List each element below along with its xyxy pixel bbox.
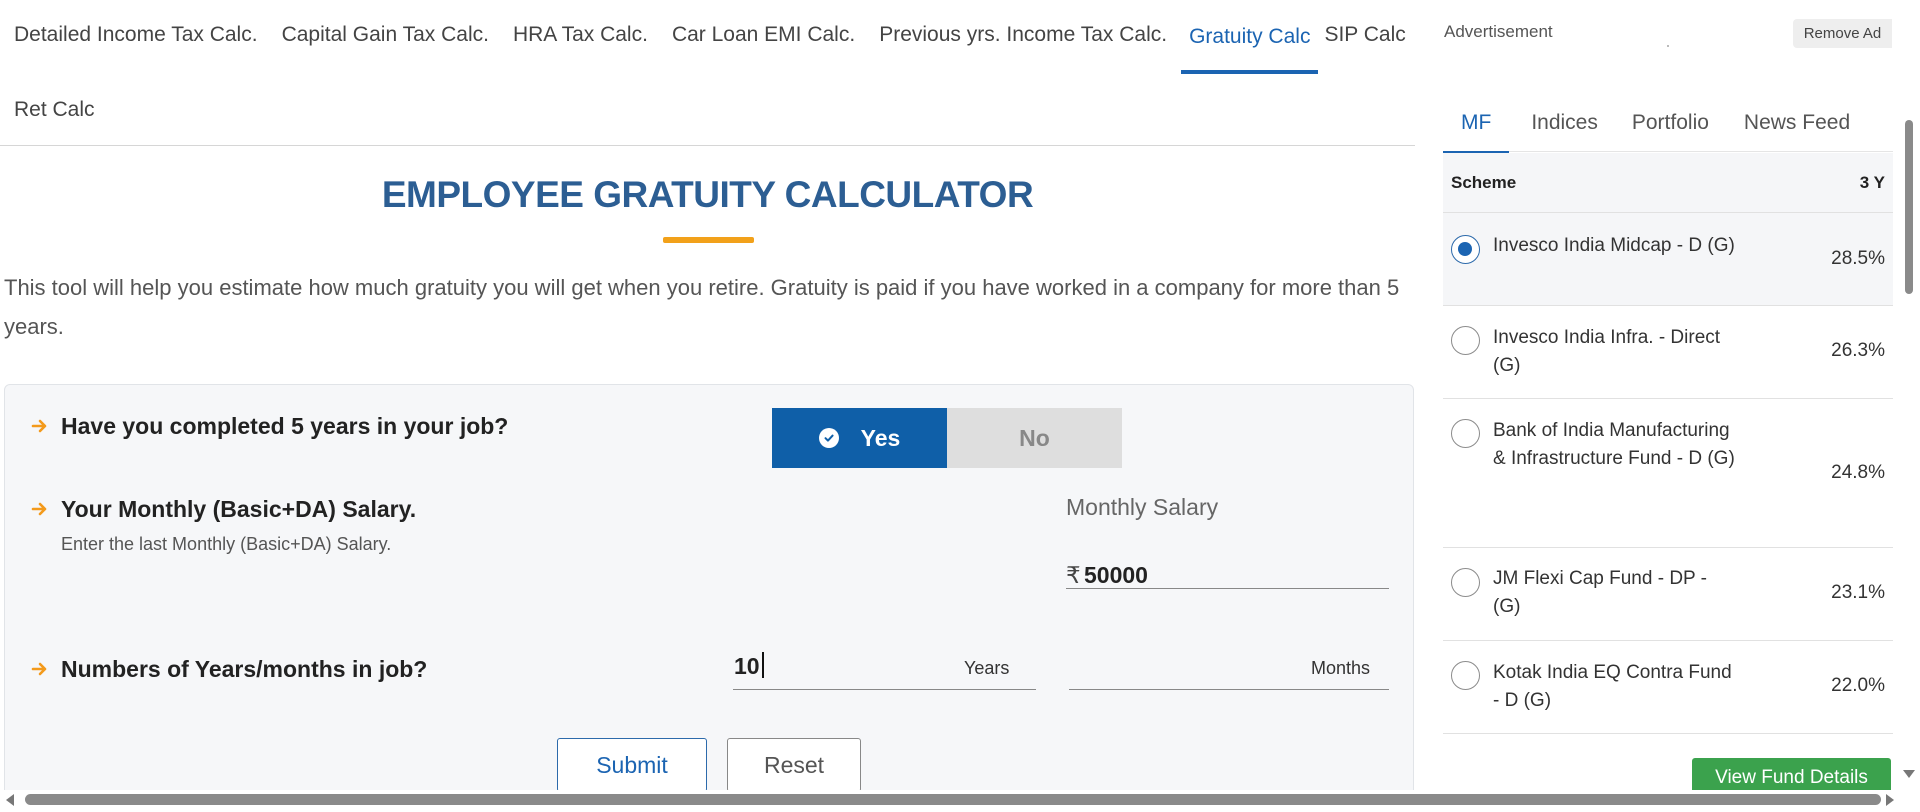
tenure-question: Numbers of Years/months in job?: [61, 656, 428, 682]
fund-name: Kotak India EQ Contra Fund - D (G): [1493, 662, 1732, 711]
five-years-toggle: Yes No: [772, 408, 1122, 468]
reset-button[interactable]: Reset: [727, 738, 861, 792]
arrow-right-icon: [31, 500, 49, 518]
fund-name: Bank of India Manufacturing & Infrastruc…: [1493, 420, 1735, 469]
ad-placeholder: [1667, 45, 1669, 47]
tab-hra-tax-calc[interactable]: HRA Tax Calc.: [501, 0, 660, 74]
title-underline: [663, 237, 754, 243]
calculator-nav: Detailed Income Tax Calc. Capital Gain T…: [0, 0, 1415, 146]
fund-row[interactable]: Invesco India Midcap - D (G) 28.5%: [1443, 213, 1893, 306]
scroll-down-arrow-icon[interactable]: [1903, 770, 1915, 778]
horizontal-scrollbar[interactable]: [0, 790, 1899, 812]
fund-return: 23.1%: [1831, 582, 1885, 603]
monthly-salary-value: 50000: [1084, 562, 1148, 588]
check-circle-icon: [818, 428, 839, 448]
intro-text: This tool will help you estimate how muc…: [4, 275, 1400, 339]
five-years-question: Have you completed 5 years in your job?: [61, 413, 509, 439]
no-button[interactable]: No: [947, 408, 1122, 468]
market-tabs: MF Indices Portfolio News Feed: [1443, 100, 1893, 154]
tab-ret-calc[interactable]: Ret Calc: [0, 74, 107, 144]
arrow-right-icon: [31, 660, 49, 678]
fund-radio[interactable]: [1451, 235, 1480, 264]
fund-name: Invesco India Midcap - D (G): [1493, 235, 1735, 256]
monthly-salary-caption: Monthly Salary: [1066, 494, 1219, 520]
tab-portfolio[interactable]: Portfolio: [1598, 100, 1709, 152]
no-button-label: No: [1019, 424, 1050, 451]
vertical-scroll-thumb[interactable]: [1905, 120, 1913, 294]
page-title: EMPLOYEE GRATUITY CALCULATOR: [381, 174, 1034, 215]
gratuity-form: Have you completed 5 years in your job? …: [4, 384, 1414, 804]
fund-radio[interactable]: [1451, 661, 1480, 690]
scroll-left-arrow-icon[interactable]: [6, 794, 14, 806]
advertisement-label: Advertisement: [1444, 22, 1553, 41]
tab-news-feed[interactable]: News Feed: [1709, 100, 1850, 152]
salary-question-hint: Enter the last Monthly (Basic+DA) Salary…: [61, 534, 392, 554]
fund-radio[interactable]: [1451, 568, 1480, 597]
fund-radio[interactable]: [1451, 419, 1480, 448]
submit-button[interactable]: Submit: [557, 738, 707, 792]
fund-return: 24.8%: [1831, 462, 1885, 483]
fund-table-header: Scheme 3 Y: [1443, 153, 1893, 213]
vertical-scrollbar[interactable]: [1899, 0, 1920, 790]
tab-car-loan-emi-calc[interactable]: Car Loan EMI Calc.: [660, 0, 867, 74]
fund-row[interactable]: Bank of India Manufacturing & Infrastruc…: [1443, 399, 1893, 548]
viewport: Detailed Income Tax Calc. Capital Gain T…: [0, 0, 1920, 812]
months-unit-label: Months: [1311, 658, 1371, 678]
years-unit-label: Years: [964, 658, 1010, 678]
scheme-column-header: Scheme: [1451, 173, 1517, 192]
tab-previous-yrs-income-tax-calc[interactable]: Previous yrs. Income Tax Calc.: [867, 0, 1179, 74]
yes-button[interactable]: Yes: [772, 408, 947, 468]
sidebar: Advertisement Remove Ad MF Indices Portf…: [1443, 0, 1893, 798]
years-value: 10: [734, 653, 760, 679]
salary-question: Your Monthly (Basic+DA) Salary.: [61, 496, 417, 522]
period-column-header: 3 Y: [1859, 173, 1885, 192]
yes-button-label: Yes: [860, 424, 901, 451]
text-caret: [762, 652, 764, 678]
tab-gratuity-calc[interactable]: Gratuity Calc: [1179, 0, 1320, 74]
fund-return: 28.5%: [1831, 248, 1885, 269]
remove-ad-button[interactable]: Remove Ad: [1793, 19, 1892, 48]
fund-name: JM Flexi Cap Fund - DP - (G): [1493, 568, 1707, 617]
fund-return: 22.0%: [1831, 675, 1885, 696]
rupee-symbol: ₹: [1066, 562, 1081, 588]
arrow-right-icon: [31, 417, 49, 435]
scrollbar-corner: [1899, 790, 1920, 812]
scroll-right-arrow-icon[interactable]: [1886, 794, 1894, 806]
calculator-nav-row-1: Detailed Income Tax Calc. Capital Gain T…: [0, 0, 1412, 74]
fund-return: 26.3%: [1831, 340, 1885, 361]
tab-capital-gain-tax-calc[interactable]: Capital Gain Tax Calc.: [270, 0, 501, 74]
tab-mf[interactable]: MF: [1443, 100, 1510, 154]
tab-detailed-income-tax-calc[interactable]: Detailed Income Tax Calc.: [0, 0, 270, 74]
fund-row[interactable]: Kotak India EQ Contra Fund - D (G) 22.0%: [1443, 641, 1893, 734]
fund-row[interactable]: JM Flexi Cap Fund - DP - (G) 23.1%: [1443, 548, 1893, 641]
fund-name: Invesco India Infra. - Direct (G): [1493, 327, 1721, 376]
fund-radio[interactable]: [1451, 326, 1480, 355]
tab-indices[interactable]: Indices: [1509, 100, 1598, 152]
fund-row[interactable]: Invesco India Infra. - Direct (G) 26.3%: [1443, 306, 1893, 399]
horizontal-scroll-thumb[interactable]: [25, 794, 1881, 805]
calculator-nav-row-2: Ret Calc: [0, 74, 107, 144]
main-content: Detailed Income Tax Calc. Capital Gain T…: [0, 0, 1415, 804]
tab-sip-calc[interactable]: SIP Calc: [1320, 0, 1411, 74]
